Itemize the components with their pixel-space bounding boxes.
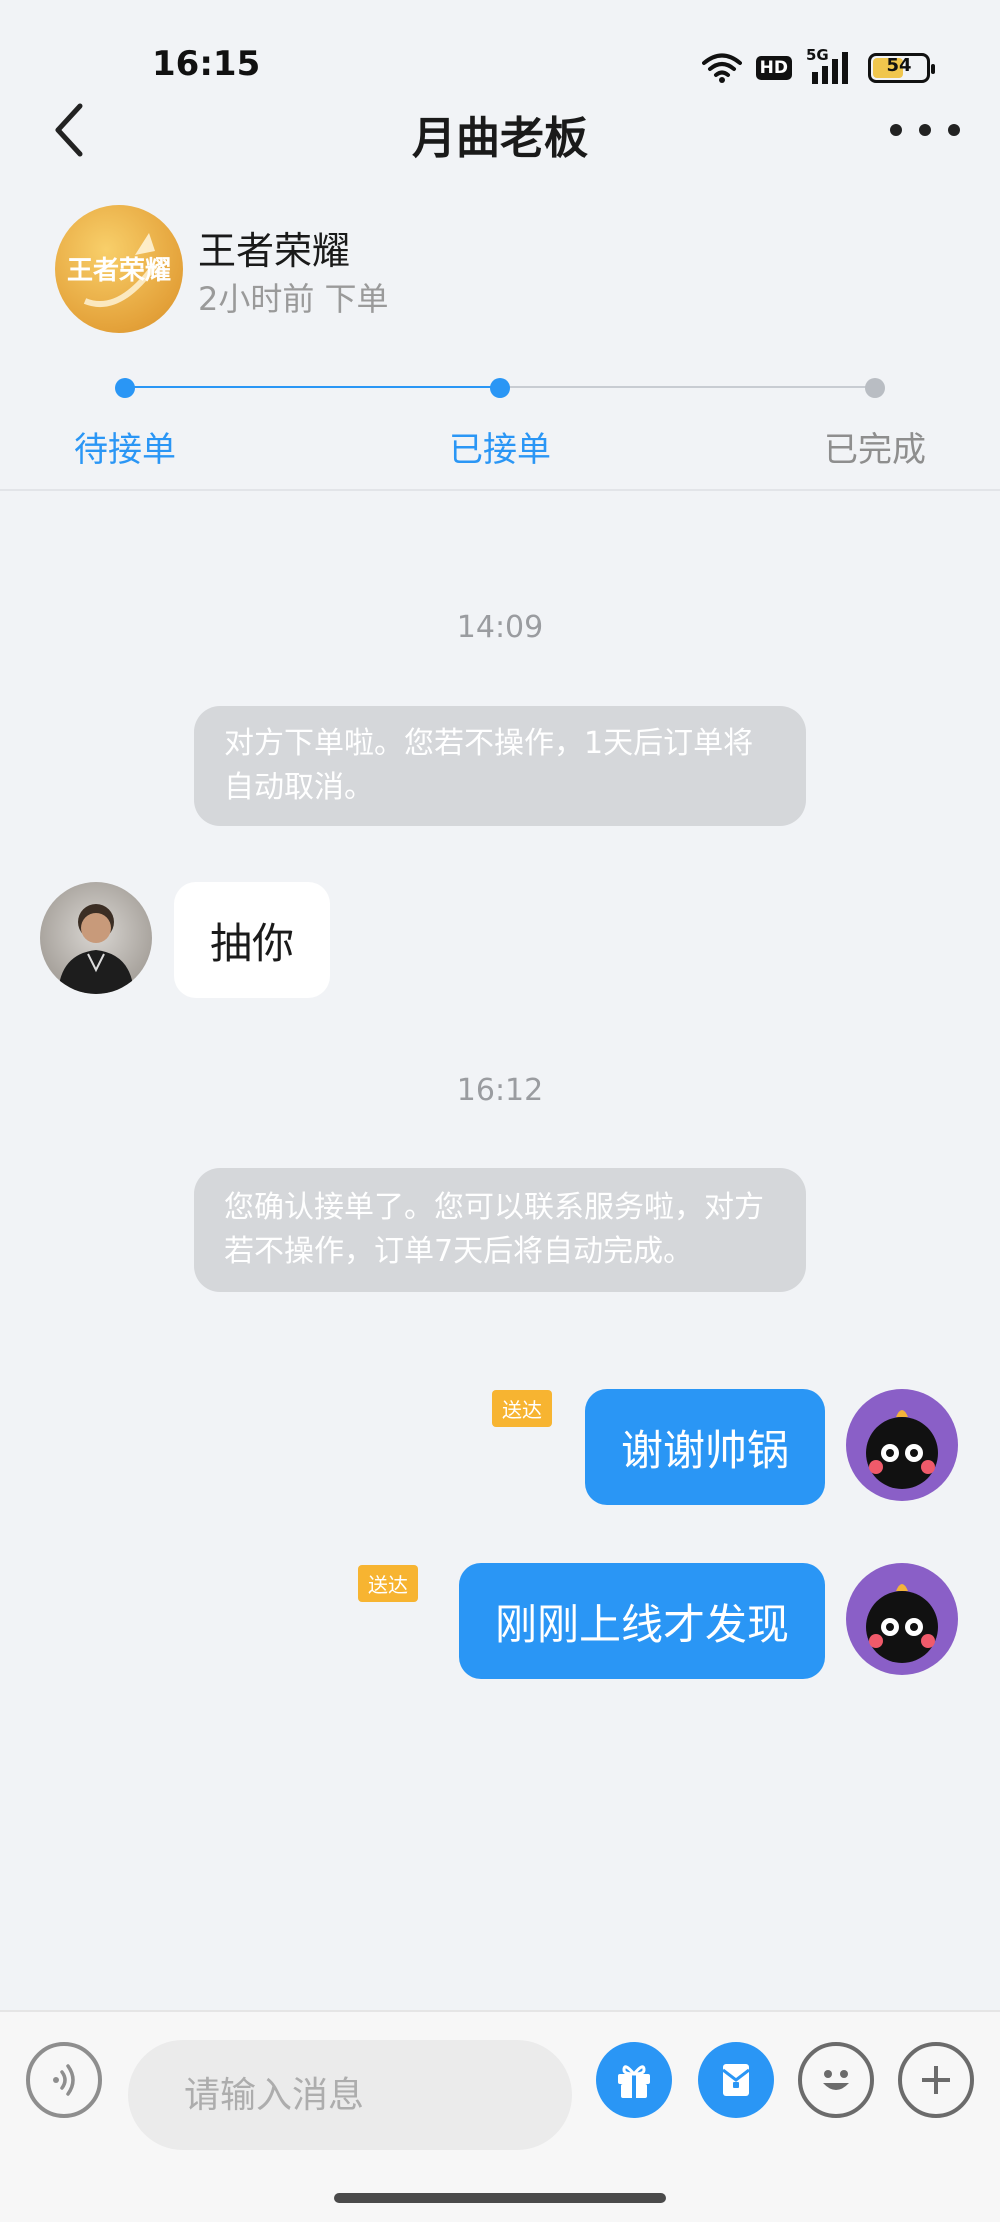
avatar[interactable] <box>40 882 152 994</box>
plus-icon <box>922 2066 950 2094</box>
battery-level: 54 <box>886 55 912 76</box>
plus-button[interactable] <box>898 2042 974 2118</box>
message-input[interactable] <box>128 2040 572 2150</box>
red-packet-icon <box>722 2064 750 2096</box>
order-progress: 待接单 已接单 已完成 <box>0 370 1000 470</box>
gift-icon <box>618 2065 650 2098</box>
signal-icon: 5G <box>806 46 854 86</box>
battery-icon: 54 <box>868 53 935 83</box>
gift-button[interactable] <box>596 2042 672 2118</box>
avatar[interactable] <box>846 1563 958 1675</box>
progress-line-done <box>125 386 500 388</box>
status-time: 16:15 <box>152 44 261 84</box>
timestamp: 16:12 <box>456 1073 544 1108</box>
progress-label-pending-accept: 待接单 <box>74 430 176 470</box>
more-button[interactable] <box>890 110 960 150</box>
outgoing-message[interactable]: 刚刚上线才发现 <box>458 1563 825 1679</box>
my-avatar-image <box>866 1410 938 1489</box>
home-indicator <box>334 2193 666 2203</box>
game-logo-text: 王者荣耀 <box>67 256 171 286</box>
progress-label-completed: 已完成 <box>824 430 926 470</box>
page-title: 月曲老板 <box>412 113 588 164</box>
system-message: 您确认接单了。您可以联系服务啦，对方若不操作，订单7天后将自动完成。 <box>194 1168 806 1292</box>
order-time: 2小时前 下单 <box>198 280 389 318</box>
network-label: 5G <box>806 46 829 64</box>
incoming-message[interactable]: 抽你 <box>174 882 331 998</box>
delivery-status: 送达 <box>358 1565 418 1602</box>
progress-label-accepted: 已接单 <box>449 430 551 470</box>
status-icons: HD 5G 54 <box>701 46 935 88</box>
system-message: 对方下单啦。您若不操作，1天后订单将自动取消。 <box>194 706 806 826</box>
emoji-icon <box>823 2070 849 2090</box>
game-logo: 王者荣耀 <box>55 205 183 333</box>
red-packet-button[interactable] <box>698 2042 774 2118</box>
progress-line-pending <box>500 386 875 388</box>
voice-button[interactable] <box>26 2042 102 2118</box>
user-avatar-image <box>58 904 134 994</box>
wifi-icon <box>701 53 742 83</box>
more-horizontal-icon <box>890 124 902 136</box>
avatar[interactable] <box>846 1389 958 1501</box>
outgoing-message[interactable]: 谢谢帅锅 <box>584 1389 825 1505</box>
emoji-button[interactable] <box>798 2042 874 2118</box>
divider <box>0 489 1000 491</box>
hd-badge: HD <box>755 56 792 80</box>
my-avatar-image <box>866 1584 938 1663</box>
nav-bar: 月曲老板 <box>0 90 1000 170</box>
voice-icon <box>53 2064 75 2096</box>
progress-dot-completed <box>865 378 885 398</box>
game-name: 王者荣耀 <box>198 229 351 273</box>
input-bar <box>0 2010 1000 2222</box>
delivery-status: 送达 <box>492 1390 552 1427</box>
order-header[interactable]: 王者荣耀 王者荣耀 2小时前 下单 <box>0 200 1000 340</box>
progress-dot-accepted <box>490 378 510 398</box>
game-logo-icon: 王者荣耀 <box>67 233 171 308</box>
progress-dot-pending-accept <box>115 378 135 398</box>
timestamp: 14:09 <box>456 610 544 645</box>
